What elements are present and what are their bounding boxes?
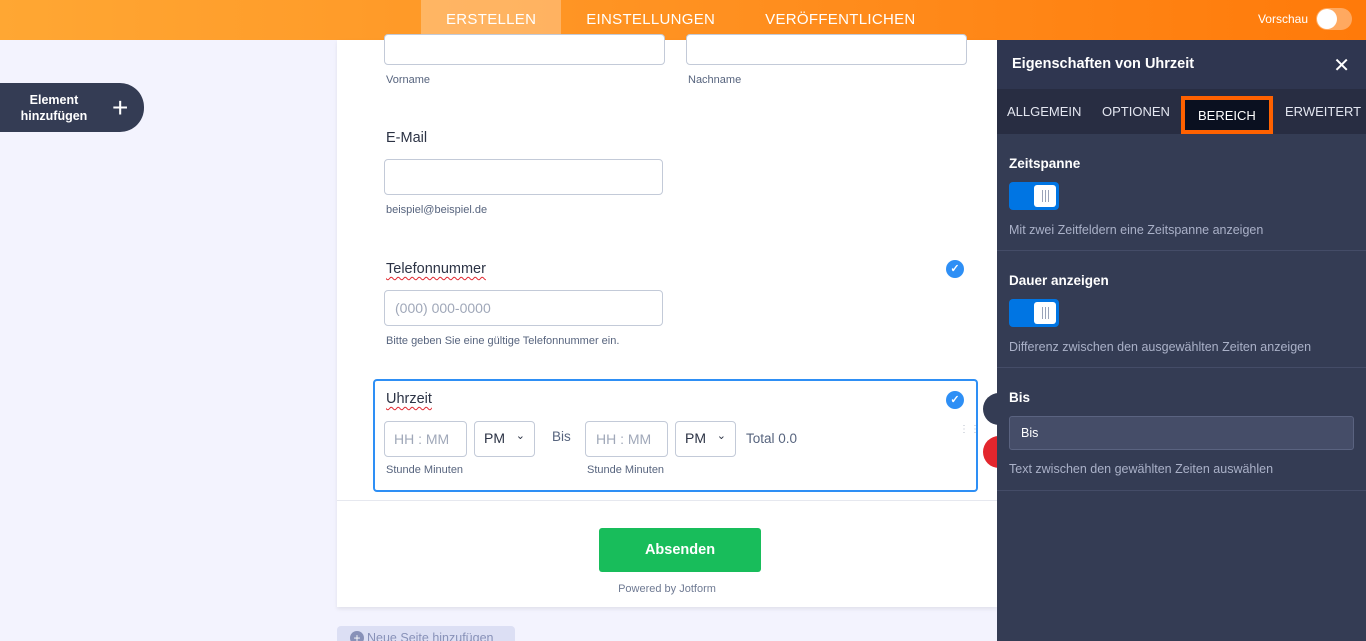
section-dauer: Dauer anzeigen Differenz zwischen den au… (997, 251, 1366, 368)
time-to-ampm-select[interactable]: PM ⌄ (675, 421, 736, 457)
chevron-down-icon: ⌄ (515, 430, 525, 442)
panel-title: Eigenschaften von Uhrzeit (1012, 56, 1195, 72)
dauer-title: Dauer anzeigen (1009, 273, 1109, 288)
add-page-button[interactable]: + Neue Seite hinzufügen (337, 626, 515, 641)
last-name-sublabel: Nachname (688, 74, 742, 86)
time-from-placeholder: HH : MM (394, 431, 450, 447)
preview-toggle-knob (1317, 9, 1337, 29)
panel-header: Eigenschaften von Uhrzeit ✕ (997, 40, 1366, 89)
check-icon: ✓ (946, 391, 964, 409)
email-sublabel: beispiel@beispiel.de (386, 204, 488, 216)
phone-placeholder: (000) 000-0000 (395, 300, 491, 316)
tab-optionen[interactable]: OPTIONEN (1102, 89, 1170, 134)
section-bis: Bis Bis Text zwischen den gewählten Zeit… (997, 368, 1366, 491)
toggle-thumb (1034, 302, 1056, 324)
tab-erweitert[interactable]: ERWEITERT (1285, 89, 1361, 134)
time-label: Uhrzeit (386, 391, 432, 407)
time-to-sublabel: Stunde Minuten (587, 464, 665, 476)
preview-label: Vorschau (1257, 12, 1308, 26)
email-field[interactable] (384, 159, 663, 195)
time-total: Total 0.0 (746, 431, 798, 446)
section-zeitspanne: Zeitspanne Mit zwei Zeitfeldern eine Zei… (997, 134, 1366, 251)
bis-title: Bis (1009, 390, 1031, 405)
properties-panel: Eigenschaften von Uhrzeit ✕ ALLGEMEIN OP… (997, 40, 1366, 641)
dauer-toggle[interactable] (1009, 299, 1059, 327)
phone-sublabel: Bitte geben Sie eine gültige Telefonnumm… (386, 335, 620, 347)
time-from-input[interactable]: HH : MM (384, 421, 467, 457)
tab-bereich[interactable]: BEREICH (1181, 96, 1273, 134)
phone-label: Telefonnummer (386, 261, 486, 277)
bis-description: Text zwischen den gewählten Zeiten auswä… (1009, 462, 1274, 476)
close-icon[interactable]: ✕ (1333, 53, 1350, 78)
powered-by: Powered by Jotform (618, 583, 716, 595)
time-from-ampm-select[interactable]: PM ⌄ (474, 421, 535, 457)
time-to-input[interactable]: HH : MM (585, 421, 668, 457)
time-to-placeholder: HH : MM (596, 431, 652, 447)
time-from-ampm-value: PM (484, 430, 505, 446)
email-label: E-Mail (386, 130, 428, 146)
top-bar: ERSTELLEN EINSTELLUNGEN VERÖFFENTLICHEN … (0, 0, 1366, 40)
bis-text-input[interactable]: Bis (1009, 416, 1354, 450)
zeitspanne-description: Mit zwei Zeitfeldern eine Zeitspanne anz… (1009, 223, 1264, 237)
submit-button[interactable]: Absenden (599, 528, 761, 572)
dauer-description: Differenz zwischen den ausgewählten Zeit… (1009, 340, 1312, 354)
form-card: Vorname Nachname E-Mail beispiel@beispie… (337, 34, 997, 607)
preview-control: Vorschau (1258, 8, 1352, 30)
phone-field[interactable]: (000) 000-0000 (384, 290, 663, 326)
time-from-sublabel: Stunde Minuten (386, 464, 464, 476)
plus-icon: + (112, 91, 129, 123)
add-element-label: Element hinzufügen (20, 92, 88, 123)
time-to-ampm-value: PM (685, 430, 706, 446)
zeitspanne-title: Zeitspanne (1009, 156, 1081, 171)
divider (337, 500, 997, 501)
time-bis-label: Bis (552, 429, 571, 444)
add-element-button[interactable]: Element hinzufügen + (0, 83, 144, 132)
first-name-sublabel: Vorname (386, 74, 431, 86)
check-icon: ✓ (946, 260, 964, 278)
drag-handle-icon[interactable]: ⋮⋮ (959, 425, 980, 443)
zeitspanne-toggle[interactable] (1009, 182, 1059, 210)
first-name-input[interactable] (384, 34, 665, 65)
add-page-label: Neue Seite hinzufügen (367, 631, 494, 641)
last-name-input[interactable] (686, 34, 967, 65)
preview-toggle[interactable] (1316, 8, 1352, 30)
panel-tabs: ALLGEMEIN OPTIONEN BEREICH ERWEITERT (997, 89, 1366, 134)
toggle-thumb (1034, 185, 1056, 207)
tab-allgemein[interactable]: ALLGEMEIN (1007, 89, 1081, 134)
chevron-down-icon: ⌄ (716, 430, 726, 442)
plus-circle-icon: + (350, 631, 364, 641)
